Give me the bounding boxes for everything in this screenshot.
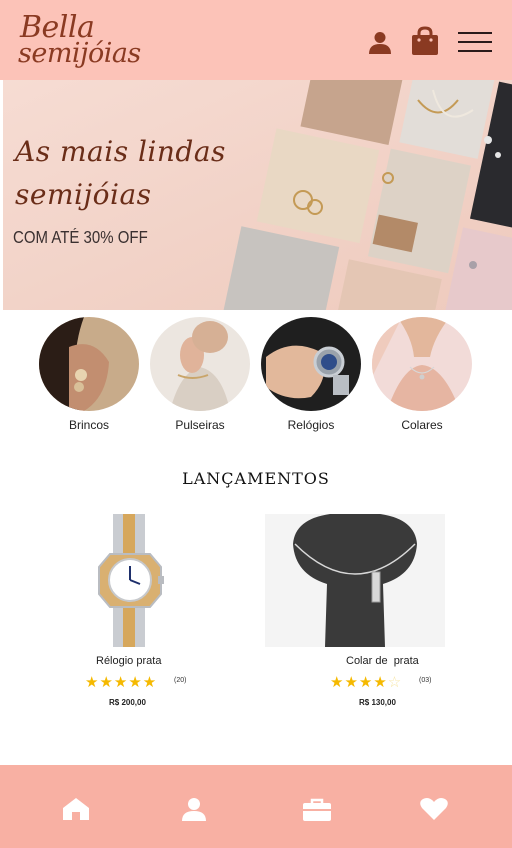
category-relogios[interactable]: Relógios [261,317,361,432]
product-relogio-image [98,514,164,647]
product-colar-price: R$ 130,00 [359,698,396,707]
section-title-lancamentos: LANÇAMENTOS [182,469,330,488]
category-pulseiras-label: Pulseiras [175,418,225,432]
product-relogio-price: R$ 200,00 [109,698,146,707]
category-brincos[interactable]: Brincos [39,317,139,432]
product-colar-rating: ★★★★☆ [330,674,403,691]
category-pulseiras[interactable]: Pulseiras [150,317,250,432]
product-relogio-reviews: (20) [174,677,187,684]
bottom-navigation [0,765,512,848]
briefcase-icon[interactable] [302,797,332,821]
category-colares-image [372,317,472,411]
profile-icon[interactable] [179,797,209,821]
product-relogio-name: Rélogio prata [96,655,162,667]
product-colar-reviews: (03) [419,677,432,684]
logo-line2: semijóias [18,38,141,69]
heart-icon[interactable] [419,797,449,821]
banner-title-line2: semijóias [15,178,152,211]
category-brincos-image [39,317,139,411]
shopping-bag-icon[interactable] [411,26,439,56]
category-colares-label: Colares [401,418,443,432]
brand-logo[interactable]: Bella semijóias [18,10,141,74]
product-colar-image [265,514,445,647]
category-brincos-label: Brincos [68,418,109,432]
banner-promo-text: COM ATÉ 30% OFF [13,228,148,248]
product-colar-name: Colar de prata [346,655,419,667]
product-relogio-rating: ★★★★★ [85,674,158,691]
promo-banner[interactable]: As mais lindas semijóias COM ATÉ 30% OFF [3,80,512,310]
user-icon[interactable] [368,30,392,54]
category-relogios-image [261,317,361,411]
home-icon[interactable] [61,797,91,821]
category-relogios-label: Relógios [287,418,335,432]
category-pulseiras-image [150,317,250,411]
category-colares[interactable]: Colares [372,317,472,432]
app-header: Bella semijóias [0,0,512,80]
hamburger-menu-icon[interactable] [458,31,492,53]
banner-title-line1: As mais lindas [15,135,226,168]
